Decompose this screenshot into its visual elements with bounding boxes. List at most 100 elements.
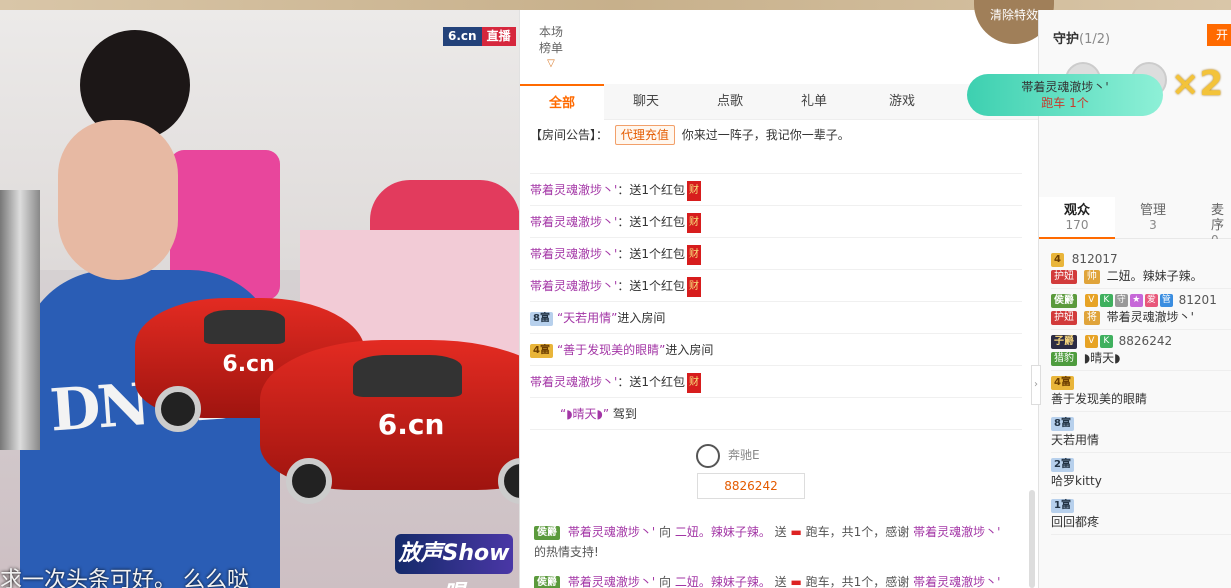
chat-scrollbar[interactable]	[1029, 490, 1035, 588]
chat-message-partial	[530, 152, 1022, 174]
red-envelope-icon: 财	[686, 212, 701, 233]
audience-row[interactable]: 侯爵 V K 守 ★ 爱管 81201 护妞 将 帯着灵魂澈埗丶'	[1051, 289, 1231, 330]
level-badge: 2富	[1051, 457, 1074, 472]
message-nick[interactable]: “天若用情”	[557, 311, 617, 325]
audience-panel: › 守护(1/2) 开 帯着灵魂澈埗丶' 跑车 1个 ×2 观众 170 管理 …	[967, 10, 1231, 588]
tab-chat[interactable]: 聊天	[604, 84, 688, 120]
love-icon: 爱	[1144, 294, 1158, 307]
open-guard-button[interactable]: 开	[1207, 24, 1231, 46]
message-text: ：送1个红包	[617, 215, 685, 229]
tab-audience[interactable]: 观众 170	[1039, 197, 1115, 239]
audience-row[interactable]: 4 812017 护妞 帅 二妞。辣妹子辣。	[1051, 248, 1231, 289]
car-logo: 6.cn	[222, 352, 275, 377]
role-tag: 护妞	[1051, 269, 1077, 284]
role-tag: 护妞	[1051, 310, 1077, 325]
chat-message: 帯着灵魂澈埗丶'：送1个红包财	[530, 366, 1022, 398]
gift-receiver[interactable]: 二妞。辣妹子辣。	[675, 525, 771, 539]
tab-count: 170	[1065, 218, 1089, 232]
tab-count: 0	[1211, 233, 1231, 239]
gift-send: 送	[774, 525, 787, 539]
tab-mic-queue[interactable]: 麦序 0	[1191, 197, 1231, 239]
brand-live: 直播	[481, 27, 516, 46]
chat-tabs: 全部 聊天 点歌 礼单 游戏	[520, 84, 1038, 120]
video-face	[58, 120, 178, 280]
star-icon: ★	[1129, 294, 1143, 307]
enter-message: 4富 “善于发现美的眼睛”进入房间	[530, 334, 1022, 366]
vip-icon: V	[1084, 335, 1098, 348]
gift-multiplier: ×2	[1171, 64, 1224, 104]
red-envelope-icon: 财	[686, 180, 701, 201]
gift-verb: 向	[658, 575, 671, 588]
sports-car-2: 6.cn	[260, 340, 519, 504]
car-wheel	[286, 458, 332, 504]
role-tag: 猎豹	[1051, 351, 1077, 366]
enter-message: 8富 “天若用情”进入房间	[530, 302, 1022, 334]
audience-row[interactable]: 子爵 VK 8826242 猎豹 ◗晴天◗	[1051, 330, 1231, 371]
audience-tabs: 观众 170 管理 3 麦序 0	[1039, 197, 1231, 239]
red-envelope-icon: 财	[686, 372, 701, 393]
message-nick[interactable]: 帯着灵魂澈埗丶'	[530, 375, 617, 389]
tab-admins[interactable]: 管理 3	[1115, 197, 1191, 239]
show-logo: 放声Show唱	[395, 534, 513, 588]
message-nick[interactable]: “◗晴天◗”	[560, 407, 609, 421]
tab-gift-list[interactable]: 礼单	[772, 84, 856, 120]
tab-label: 麦序	[1211, 203, 1225, 233]
user-name: ◗晴天◗	[1083, 351, 1121, 365]
mercedes-logo-icon	[696, 444, 720, 468]
guard-count: (1/2)	[1079, 32, 1111, 47]
gift-receiver[interactable]: 二妞。辣妹子辣。	[675, 575, 771, 588]
gift-notification-badge: 帯着灵魂澈埗丶' 跑车 1个	[967, 74, 1163, 116]
message-text: ：送1个红包	[617, 183, 685, 197]
user-id: 812017	[1071, 252, 1118, 266]
audience-row[interactable]: 4富 善于发现美的眼睛	[1051, 371, 1231, 412]
red-envelope-icon: 财	[686, 244, 701, 265]
message-nick[interactable]: 帯着灵魂澈埗丶'	[530, 279, 617, 293]
car-owner-number[interactable]: 8826242	[697, 473, 805, 499]
audience-row[interactable]: 8富 天若用情	[1051, 412, 1231, 453]
red-envelope-icon: 财	[686, 276, 701, 297]
message-nick[interactable]: 帯着灵魂澈埗丶'	[530, 247, 617, 261]
message-nick[interactable]: 帯着灵魂澈埗丶'	[530, 215, 617, 229]
user-name: 善于发现美的眼睛	[1051, 392, 1148, 406]
chat-message: 帯着灵魂澈埗丶'：送1个红包财	[530, 270, 1022, 302]
car-wheel	[498, 458, 519, 504]
agent-recharge-button[interactable]: 代理充值	[614, 125, 675, 145]
badge-item: 跑车 1个	[1041, 96, 1089, 110]
room-notice: 【房间公告】： 代理充值 你来过一阵子，我记你一辈子。	[530, 125, 850, 145]
audience-row[interactable]: 2富 哈罗kitty	[1051, 453, 1231, 494]
guard-icon: 守	[1114, 294, 1128, 307]
level-badge: 8富	[1051, 416, 1074, 431]
audience-row[interactable]: 1富 回回都疼	[1051, 494, 1231, 535]
audience-list: 4 812017 护妞 帅 二妞。辣妹子辣。 侯爵 V K 守 ★ 爱管 81201 护…	[1051, 248, 1231, 535]
tab-count: 3	[1149, 218, 1157, 232]
gift-thanks-nick[interactable]: 帯着灵魂澈埗丶'	[913, 525, 1000, 539]
gift-sender[interactable]: 帯着灵魂澈埗丶'	[568, 525, 655, 539]
chevron-down-icon: ▽	[547, 58, 555, 69]
user-name: 天若用情	[1051, 433, 1100, 447]
drive-message: “◗晴天◗” 驾到	[530, 398, 1022, 430]
gift-sender[interactable]: 帯着灵魂澈埗丶'	[568, 575, 655, 588]
rank-button[interactable]: 本场 榜单 ▽	[530, 24, 572, 72]
sports-car-icon: ▬	[790, 575, 802, 588]
tab-all[interactable]: 全部	[520, 84, 604, 120]
user-id: 81201	[1178, 293, 1217, 307]
wealth-level-badge: 4富	[530, 343, 553, 358]
tab-label: 管理	[1139, 203, 1166, 218]
gift-thanks-nick[interactable]: 帯着灵魂澈埗丶'	[913, 575, 1000, 588]
chat-panel: 本场 榜单 ▽ 清除特效 全部 聊天 点歌 礼单 游戏 【房间公告】： 代理充值…	[519, 0, 1205, 588]
gift-item: 跑车，共1个，感谢	[805, 575, 910, 588]
collapse-panel-handle[interactable]: ›	[1031, 365, 1041, 405]
message-text: 进入房间	[665, 343, 714, 357]
rank-label-2: 榜单	[538, 41, 563, 55]
tab-songs[interactable]: 点歌	[688, 84, 772, 120]
car-name: 奔驰E	[728, 448, 760, 462]
live-room-page: DNUD 6.cn 6.cn 6.cn 直播 放声Show唱 求一次头条可好。 …	[0, 0, 1231, 588]
live-video[interactable]: DNUD 6.cn 6.cn 6.cn 直播 放声Show唱	[0, 10, 519, 588]
gift-verb: 向	[658, 525, 671, 539]
chat-messages: 帯着灵魂澈埗丶'：送1个红包财 帯着灵魂澈埗丶'：送1个红包财 帯着灵魂澈埗丶'…	[530, 152, 1022, 430]
user-id: 8826242	[1118, 334, 1173, 348]
message-nick[interactable]: “善于发现美的眼睛”	[557, 343, 665, 357]
user-name: 二妞。辣妹子辣。	[1106, 269, 1203, 283]
message-nick[interactable]: 帯着灵魂澈埗丶'	[530, 183, 617, 197]
tab-games[interactable]: 游戏	[860, 84, 944, 120]
